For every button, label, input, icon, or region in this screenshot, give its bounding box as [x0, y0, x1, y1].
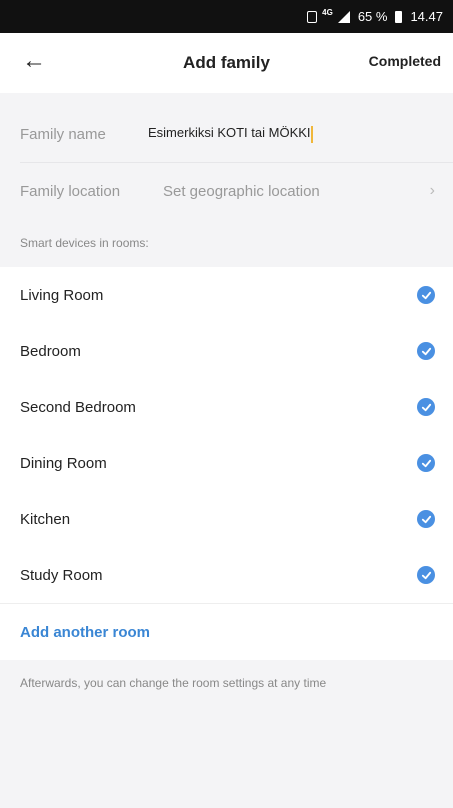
back-arrow-icon[interactable]: ←: [22, 49, 46, 73]
chevron-right-icon: ›: [429, 182, 435, 199]
check-circle-icon[interactable]: [417, 510, 435, 528]
room-name: Living Room: [20, 286, 104, 304]
room-row[interactable]: Second Bedroom: [0, 379, 453, 435]
room-name: Dining Room: [20, 454, 107, 472]
vibrate-icon: [307, 10, 318, 23]
family-location-row[interactable]: Family location Set geographic location …: [0, 163, 453, 219]
text-caret: [310, 125, 313, 143]
room-row[interactable]: Dining Room: [0, 435, 453, 491]
check-circle-icon[interactable]: [417, 342, 435, 360]
clock: 14.47: [410, 9, 443, 24]
signal-icon: [337, 10, 350, 23]
room-row[interactable]: Living Room: [0, 267, 453, 323]
room-name: Kitchen: [20, 510, 71, 528]
spacer: [0, 93, 453, 106]
room-row[interactable]: Bedroom: [0, 323, 453, 379]
check-circle-icon[interactable]: [417, 566, 435, 584]
room-row[interactable]: Study Room: [0, 547, 453, 603]
battery-percent: 65 %: [357, 9, 388, 24]
rooms-list: Living Room Bedroom Second Bedroom Dining R…: [0, 267, 453, 603]
check-circle-icon[interactable]: [417, 398, 435, 416]
status-bar: 4G 65 % 14.47: [0, 0, 453, 33]
family-name-label: Family name: [20, 125, 106, 143]
add-another-room-button[interactable]: Add another room: [0, 603, 453, 660]
check-circle-icon[interactable]: [417, 286, 435, 304]
footer-note: Afterwards, you can change the room sett…: [20, 676, 327, 690]
network-type: 4G: [322, 8, 333, 17]
room-name: Second Bedroom: [20, 398, 136, 416]
family-form: Family name Esimerkiksi KOTI tai MÖKKI F…: [0, 106, 453, 219]
family-name-input[interactable]: Esimerkiksi KOTI tai MÖKKI: [148, 125, 408, 143]
room-name: Bedroom: [20, 342, 81, 360]
rooms-section-label: Smart devices in rooms:: [0, 219, 453, 267]
completed-button[interactable]: Completed: [369, 53, 441, 69]
battery-icon: [395, 10, 403, 23]
header: ← Add family Completed: [0, 33, 453, 93]
room-name: Study Room: [20, 566, 103, 584]
family-name-value: Esimerkiksi KOTI tai MÖKKI: [148, 125, 311, 141]
family-name-row: Family name Esimerkiksi KOTI tai MÖKKI: [0, 106, 453, 162]
family-location-label: Family location: [20, 182, 121, 200]
check-circle-icon[interactable]: [417, 454, 435, 472]
status-icons: 4G: [307, 8, 350, 23]
family-location-value: Set geographic location: [163, 182, 320, 200]
room-row[interactable]: Kitchen: [0, 491, 453, 547]
